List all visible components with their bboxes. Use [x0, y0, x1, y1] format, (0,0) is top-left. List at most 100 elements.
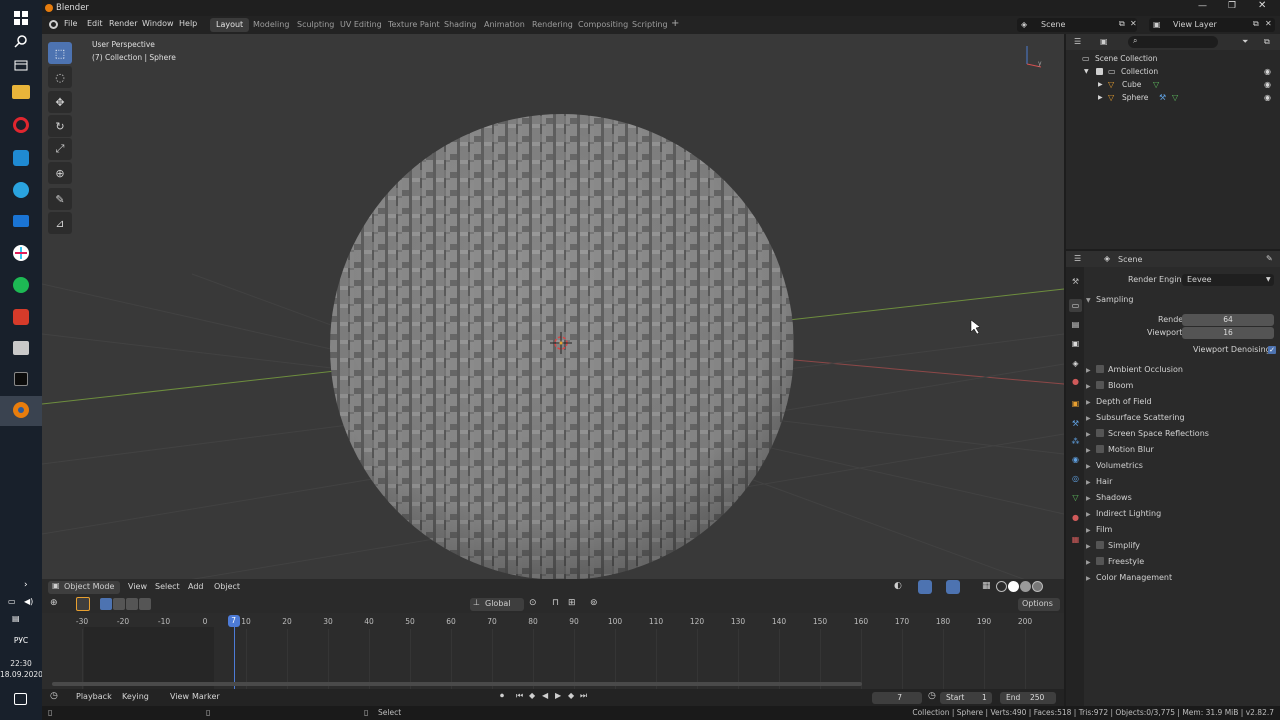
- tab-scripting[interactable]: Scripting: [626, 18, 674, 32]
- task-view-icon[interactable]: [8, 53, 34, 79]
- view-layer-delete-icon[interactable]: ✕: [1265, 19, 1272, 28]
- snap-target-icon[interactable]: ⊞: [568, 598, 576, 608]
- view-layer-icon[interactable]: ▣: [1069, 337, 1082, 350]
- scene-selector[interactable]: ◈ Scene ⧉ ✕: [1017, 18, 1137, 32]
- menu-render[interactable]: Render: [109, 19, 137, 28]
- scale-icon[interactable]: ⤢: [48, 138, 72, 160]
- panel-simplify-header[interactable]: ▶ Simplify: [1086, 539, 1278, 553]
- 3d-viewport[interactable]: y User Perspective (7) Collection | Sphe…: [42, 34, 1064, 596]
- panel-screen-space-reflections-header[interactable]: ▶ Screen Space Reflections: [1086, 427, 1278, 441]
- panel-checkbox[interactable]: [1096, 557, 1104, 565]
- tab-compositing[interactable]: Compositing: [572, 18, 634, 32]
- options-button[interactable]: Options: [1018, 598, 1060, 611]
- tray-chevron-icon[interactable]: ›: [24, 580, 28, 590]
- scene-icon[interactable]: ◈: [1069, 357, 1082, 370]
- language-indicator[interactable]: РУС: [0, 636, 42, 645]
- outliner-editor-icon[interactable]: ☰: [1074, 37, 1081, 46]
- outliner-row-scene-collection[interactable]: ▭ Scene Collection: [1066, 52, 1280, 65]
- proportional-edit-icon[interactable]: ⊚: [590, 598, 598, 608]
- tab-rendering[interactable]: Rendering: [526, 18, 579, 32]
- panel-checkbox[interactable]: [1096, 445, 1104, 453]
- panel-subsurface-scattering-header[interactable]: ▶ Subsurface Scattering: [1086, 411, 1278, 425]
- texture-icon[interactable]: ▦: [1069, 533, 1082, 546]
- rendered-shading-icon[interactable]: [1032, 581, 1043, 592]
- panel-checkbox[interactable]: [1096, 429, 1104, 437]
- panel-depth-of-field-header[interactable]: ▶ Depth of Field: [1086, 395, 1278, 409]
- expand-arrow-icon[interactable]: ▶: [1098, 78, 1103, 91]
- clock[interactable]: 22:30 18.09.2020: [0, 658, 43, 680]
- next-keyframe-icon[interactable]: ◆: [568, 691, 574, 700]
- outliner-search-input[interactable]: ⌕: [1128, 36, 1218, 48]
- output-icon[interactable]: ▤: [1069, 318, 1082, 331]
- material-icon[interactable]: ●: [1069, 511, 1082, 524]
- expand-arrow-icon[interactable]: ▼: [1084, 65, 1089, 78]
- measure-icon[interactable]: ⊿: [48, 212, 72, 234]
- pin-icon[interactable]: ✎: [1266, 254, 1273, 263]
- wireframe-shading-icon[interactable]: [996, 581, 1007, 592]
- panel-freestyle-header[interactable]: ▶ Freestyle: [1086, 555, 1278, 569]
- panel-motion-blur-header[interactable]: ▶ Motion Blur: [1086, 443, 1278, 457]
- tool-settings-icon[interactable]: ⚒: [1069, 275, 1082, 288]
- panel-film-header[interactable]: ▶ Film: [1086, 523, 1278, 537]
- new-collection-icon[interactable]: ⧉: [1264, 37, 1270, 47]
- tab-animation[interactable]: Animation: [478, 18, 531, 32]
- material-shading-icon[interactable]: [1020, 581, 1031, 592]
- sampling-render-field[interactable]: 64: [1182, 314, 1274, 326]
- current-frame-field[interactable]: 7: [872, 692, 922, 704]
- tab-uv-editing[interactable]: UV Editing: [334, 18, 388, 32]
- play-reverse-icon[interactable]: ◀: [542, 691, 548, 700]
- sampling-viewport-field[interactable]: 16: [1182, 327, 1274, 339]
- panel-checkbox[interactable]: [1096, 365, 1104, 373]
- jump-end-icon[interactable]: ⏭: [580, 691, 587, 701]
- filter-icon[interactable]: ⏷: [1242, 37, 1248, 47]
- scene-delete-icon[interactable]: ✕: [1130, 19, 1137, 28]
- render-icon[interactable]: ▭: [1069, 299, 1082, 312]
- particles-icon[interactable]: ⁂: [1069, 435, 1082, 448]
- play-icon[interactable]: ▶: [555, 691, 561, 700]
- timeline-scrollbar[interactable]: [52, 682, 862, 686]
- expand-arrow-icon[interactable]: ▶: [1098, 91, 1103, 104]
- panel-hair-header[interactable]: ▶ Hair: [1086, 475, 1278, 489]
- select-subtract-icon[interactable]: [126, 598, 138, 610]
- viewport-menu-view[interactable]: View: [128, 582, 147, 591]
- network-icon[interactable]: ▭: [8, 597, 16, 606]
- viewport-menu-add[interactable]: Add: [188, 582, 204, 591]
- tab-sculpting[interactable]: Sculpting: [291, 18, 340, 32]
- view-layer-copy-icon[interactable]: ⧉: [1253, 19, 1259, 29]
- outliner-row-collection[interactable]: ▼ ▭ Collection ◉: [1066, 65, 1280, 78]
- file-explorer-icon[interactable]: [12, 85, 30, 99]
- annotate-icon[interactable]: ✎: [48, 188, 72, 210]
- panel-sampling-header[interactable]: ▼ Sampling: [1086, 293, 1278, 307]
- close-icon[interactable]: ✕: [1258, 0, 1266, 11]
- viewport-denoising-checkbox[interactable]: ✓: [1268, 346, 1276, 354]
- app-gray-icon[interactable]: [13, 341, 29, 355]
- pivot-point-icon[interactable]: ⊙: [529, 598, 537, 608]
- panel-volumetrics-header[interactable]: ▶ Volumetrics: [1086, 459, 1278, 473]
- select-tool-icon[interactable]: [76, 597, 90, 611]
- viewport-menu-select[interactable]: Select: [155, 582, 180, 591]
- keyboard-icon[interactable]: ▤: [12, 614, 20, 623]
- blender-menu-icon[interactable]: [49, 20, 58, 29]
- viewport-menu-object[interactable]: Object: [214, 582, 240, 591]
- object-icon[interactable]: ▣: [1069, 397, 1082, 410]
- jump-start-icon[interactable]: ⏮: [516, 691, 523, 701]
- add-workspace-icon[interactable]: +: [671, 18, 679, 29]
- spotify-icon[interactable]: [13, 277, 29, 293]
- tab-modeling[interactable]: Modeling: [247, 18, 295, 32]
- modifier-icon[interactable]: ⚒: [1069, 417, 1082, 430]
- tab-layout[interactable]: Layout: [210, 18, 250, 32]
- panel-checkbox[interactable]: [1096, 381, 1104, 389]
- panel-checkbox[interactable]: [1096, 541, 1104, 549]
- select-new-icon[interactable]: [100, 598, 112, 610]
- end-frame-field[interactable]: End 250: [1000, 692, 1056, 704]
- timeline-menu-view[interactable]: View: [170, 692, 189, 701]
- tab-texture-paint[interactable]: Texture Paint: [382, 18, 446, 32]
- tab-shading[interactable]: Shading: [438, 18, 483, 32]
- opera-icon[interactable]: [13, 117, 29, 133]
- timeline-menu-keying[interactable]: Keying: [122, 692, 149, 701]
- panel-indirect-lighting-header[interactable]: ▶ Indirect Lighting: [1086, 507, 1278, 521]
- snap-icon[interactable]: ⊓: [552, 598, 559, 608]
- properties-editor[interactable]: ☰ ◈ Scene ✎ ⚒ ▭ ▤ ▣ ◈ ● ▣ ⚒ ⁂ ◉ ◎ ▽ ● ▦ Render Engine…: [1066, 251, 1280, 706]
- panel-ambient-occlusion-header[interactable]: ▶ Ambient Occlusion: [1086, 363, 1278, 377]
- start-frame-field[interactable]: Start 1: [940, 692, 992, 704]
